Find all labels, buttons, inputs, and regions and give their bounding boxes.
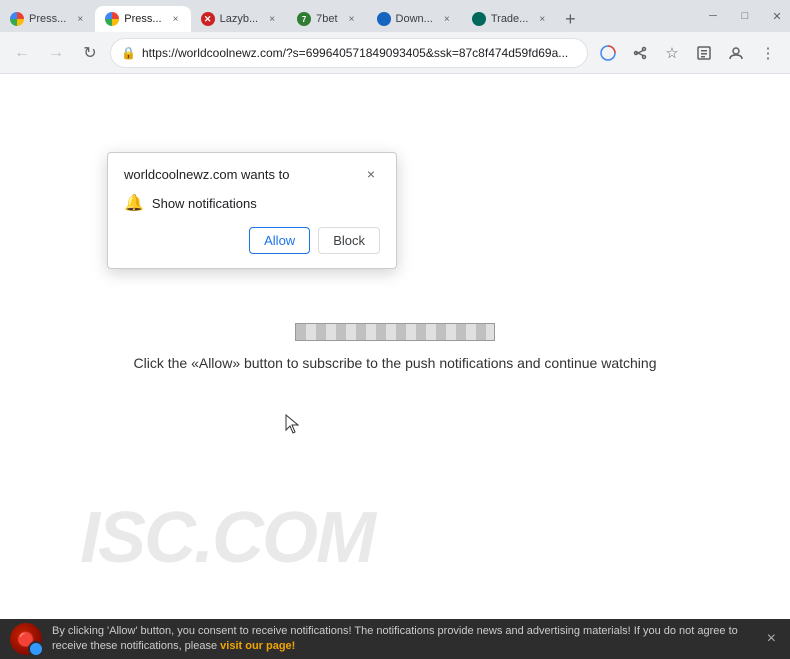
- tab-5-favicon: [377, 12, 391, 26]
- loading-bar-wrapper: [295, 323, 495, 341]
- window-controls: ─ □ ✕: [700, 0, 790, 32]
- toolbar: ← → ↻ 🔒 https://worldcoolnewz.com/?s=699…: [0, 32, 790, 74]
- notification-text-before: By clicking 'Allow' button, you consent …: [52, 625, 738, 652]
- popup-notification-label: Show notifications: [152, 196, 257, 211]
- tab-2[interactable]: Press... ×: [95, 6, 190, 32]
- notification-bar: 🔴 By clicking 'Allow' button, you consen…: [0, 619, 790, 659]
- tab-1[interactable]: Press... ×: [0, 6, 95, 32]
- notification-bar-text: By clicking 'Allow' button, you consent …: [52, 624, 753, 655]
- bell-icon: 🔔: [124, 193, 144, 213]
- menu-icon[interactable]: ⋮: [754, 39, 782, 67]
- tab-6[interactable]: Trade... ×: [462, 6, 558, 32]
- bookmark-icon[interactable]: ☆: [658, 39, 686, 67]
- loading-bar: [295, 323, 495, 341]
- tab-5-close[interactable]: ×: [440, 12, 454, 26]
- forward-button[interactable]: →: [42, 39, 70, 67]
- tab-5[interactable]: Down... ×: [367, 6, 462, 32]
- notification-link[interactable]: visit our page!: [220, 640, 295, 652]
- toolbar-icons: ☆ ⋮: [594, 39, 782, 67]
- allow-button[interactable]: Allow: [249, 227, 310, 254]
- popup-header: worldcoolnewz.com wants to ×: [124, 165, 380, 183]
- google-icon[interactable]: [594, 39, 622, 67]
- mouse-cursor: [285, 414, 299, 434]
- close-button[interactable]: ✕: [764, 6, 790, 26]
- notification-bar-icon: 🔴: [10, 623, 42, 655]
- back-button[interactable]: ←: [8, 39, 36, 67]
- profile-icon[interactable]: [722, 39, 750, 67]
- permission-popup: worldcoolnewz.com wants to × 🔔 Show noti…: [107, 152, 397, 269]
- tab-4-favicon: 7: [297, 12, 311, 26]
- tab-3-favicon: ✕: [201, 12, 215, 26]
- address-bar[interactable]: 🔒 https://worldcoolnewz.com/?s=699640571…: [110, 38, 588, 68]
- tab-3[interactable]: ✕ Lazyb... ×: [191, 6, 288, 32]
- tab-2-favicon: [105, 12, 119, 26]
- block-button[interactable]: Block: [318, 227, 380, 254]
- refresh-button[interactable]: ↻: [76, 39, 104, 67]
- tab-4[interactable]: 7 7bet ×: [287, 6, 366, 32]
- tab-6-close[interactable]: ×: [535, 12, 549, 26]
- popup-row: 🔔 Show notifications: [124, 193, 380, 213]
- tab-strip: Press... × Press... × ✕ Lazyb... × 7 7be…: [0, 0, 790, 32]
- watermark-logo: ISC.COM: [80, 497, 374, 579]
- page-main-text: Click the «Allow» button to subscribe to…: [104, 355, 687, 371]
- tab-6-label: Trade...: [491, 13, 529, 25]
- tab-1-label: Press...: [29, 13, 66, 25]
- tab-4-close[interactable]: ×: [345, 12, 359, 26]
- share-icon[interactable]: [626, 39, 654, 67]
- tabs-container: Press... × Press... × ✕ Lazyb... × 7 7be…: [0, 0, 700, 32]
- reader-icon[interactable]: [690, 39, 718, 67]
- minimize-button[interactable]: ─: [700, 6, 726, 26]
- popup-actions: Allow Block: [124, 227, 380, 254]
- maximize-button[interactable]: □: [732, 6, 758, 26]
- new-tab-button[interactable]: +: [557, 6, 583, 32]
- popup-close-button[interactable]: ×: [362, 165, 380, 183]
- notification-icon-symbol: 🔴: [17, 631, 34, 648]
- lock-icon: 🔒: [121, 46, 136, 60]
- popup-title: worldcoolnewz.com wants to: [124, 167, 289, 182]
- tab-3-label: Lazyb...: [220, 13, 259, 25]
- tab-1-favicon: [10, 12, 24, 26]
- tab-1-close[interactable]: ×: [73, 12, 87, 26]
- tab-3-close[interactable]: ×: [265, 12, 279, 26]
- tab-4-label: 7bet: [316, 13, 337, 25]
- tab-2-close[interactable]: ×: [169, 12, 183, 26]
- notification-bar-close[interactable]: ×: [763, 626, 780, 652]
- tab-6-favicon: [472, 12, 486, 26]
- url-text: https://worldcoolnewz.com/?s=69964057184…: [142, 46, 577, 60]
- tab-2-label: Press...: [124, 13, 161, 25]
- tab-5-label: Down...: [396, 13, 433, 25]
- main-text-content: Click the «Allow» button to subscribe to…: [134, 355, 657, 371]
- page-content: worldcoolnewz.com wants to × 🔔 Show noti…: [0, 74, 790, 619]
